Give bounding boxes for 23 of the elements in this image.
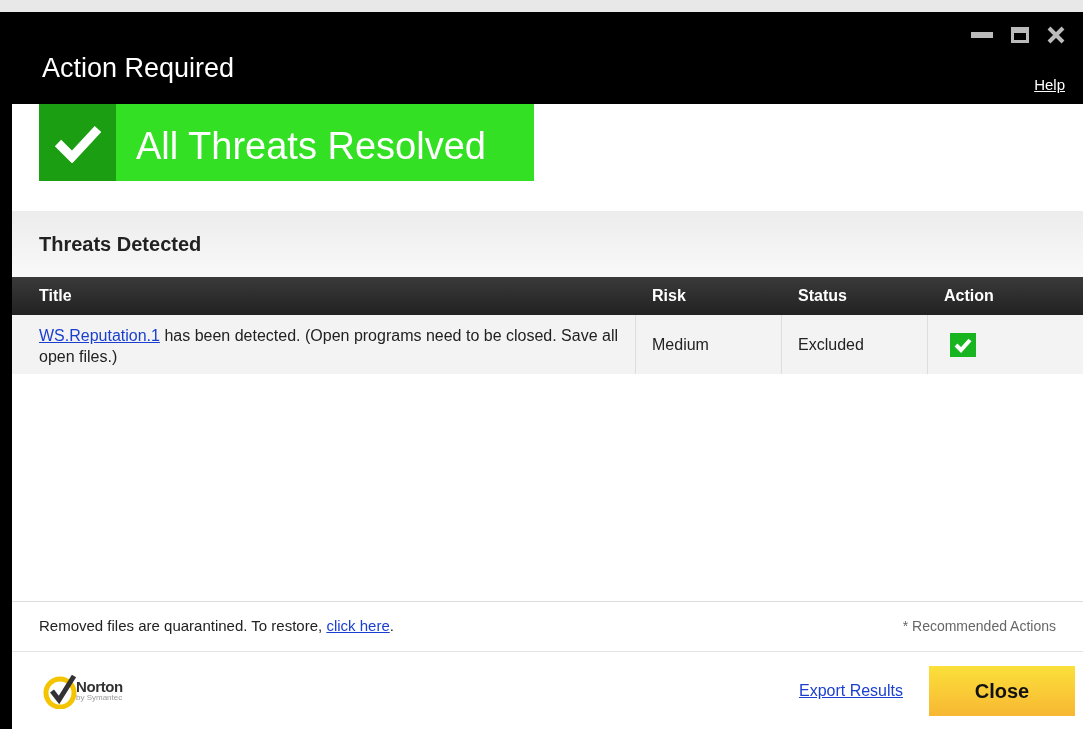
maximize-icon[interactable] xyxy=(1011,27,1029,43)
help-link[interactable]: Help xyxy=(1034,73,1065,96)
table-cell: Medium xyxy=(636,315,782,374)
norton-check-icon xyxy=(42,672,78,709)
banner-text: All Threats Resolved xyxy=(136,124,486,169)
brand-name: Norton xyxy=(76,679,123,694)
action-checkbox[interactable] xyxy=(950,332,976,357)
restore-link[interactable]: click here xyxy=(326,617,390,635)
column-header: Status xyxy=(797,286,848,306)
column-header: Risk xyxy=(651,286,687,306)
table-cell: WS.Reputation.1 has been detected. (Open programs need to be closed. Save all open files.) xyxy=(12,315,636,374)
close-icon[interactable] xyxy=(1047,26,1065,44)
close-button[interactable]: Close xyxy=(929,665,1075,716)
section-title: Threats Detected xyxy=(39,232,202,257)
quarantine-note: Removed files are quarantined. To restore, click here. xyxy=(39,616,394,637)
brand-subtitle: by Symantec xyxy=(76,694,123,702)
window-title: Action Required xyxy=(42,52,235,85)
table-cell: Excluded xyxy=(782,315,928,374)
export-results-link[interactable]: Export Results xyxy=(798,678,903,703)
column-header: Title xyxy=(38,286,73,306)
threat-link[interactable]: WS.Reputation.1 xyxy=(39,327,160,344)
recommended-legend: * Recommended Actions xyxy=(902,616,1056,637)
column-header: Action xyxy=(943,286,995,306)
